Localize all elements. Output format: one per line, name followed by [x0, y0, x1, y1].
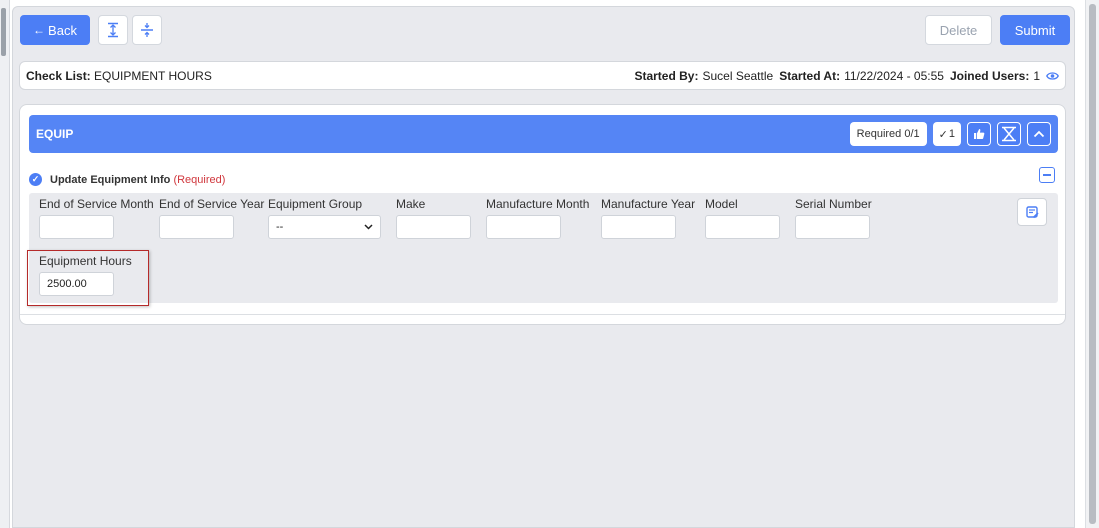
equipment-hours-field: Equipment Hours 2500.00 — [39, 254, 132, 296]
collapse-vertical-icon — [141, 23, 153, 37]
checklist-info-bar: Check List: EQUIPMENT HOURS Started By: … — [19, 61, 1066, 90]
left-scroll-thumb[interactable] — [1, 8, 6, 56]
eye-icon[interactable] — [1046, 71, 1059, 81]
check-circle-icon: ✓ — [29, 173, 42, 186]
equipment-group-field: Equipment Group -- — [268, 197, 381, 239]
chevron-down-icon — [364, 224, 373, 230]
thumbs-up-icon — [974, 129, 985, 139]
started-at-label: Started At: — [779, 68, 841, 83]
make-field: Make — [396, 197, 471, 239]
collapse-section-button[interactable] — [1027, 122, 1051, 146]
required-badge: Required 0/1 — [849, 122, 927, 146]
page-scrollbar-thumb[interactable] — [1089, 4, 1096, 524]
back-button-label: Back — [48, 22, 77, 38]
equipment-hours-input[interactable]: 2500.00 — [39, 272, 114, 296]
task-title-text: Update Equipment Info — [50, 173, 171, 186]
submit-button[interactable]: Submit — [1000, 15, 1070, 45]
cross-out-icon — [1002, 126, 1016, 142]
serial-number-input[interactable] — [795, 215, 870, 239]
equipment-group-value: -- — [276, 221, 284, 233]
completed-count: 1 — [948, 128, 955, 140]
minus-icon — [1043, 174, 1051, 176]
end-of-service-year-field: End of Service Year — [159, 197, 265, 239]
end-of-service-month-input[interactable] — [39, 215, 114, 239]
completed-count-badge: ✓ 1 — [932, 122, 961, 146]
task-title-row: ✓ Update Equipment Info (Required) — [29, 173, 225, 186]
equipment-fields-panel: End of Service Month End of Service Year… — [27, 193, 1058, 306]
card-divider — [20, 314, 1065, 315]
collapse-task-button[interactable] — [1039, 167, 1055, 183]
page-scrollbar[interactable] — [1085, 0, 1099, 528]
checkmark-icon: ✓ — [938, 128, 948, 141]
started-by-value: Sucel Seattle — [702, 68, 774, 83]
field-label: Manufacture Month — [486, 197, 590, 211]
expand-vertical-icon — [108, 22, 118, 38]
serial-number-field: Serial Number — [795, 197, 872, 239]
expand-all-button[interactable] — [98, 15, 128, 45]
back-button[interactable]: ← Back — [20, 15, 90, 45]
field-label: Make — [396, 197, 426, 211]
manufacture-year-input[interactable] — [601, 215, 676, 239]
collapse-all-button[interactable] — [132, 15, 162, 45]
model-field: Model — [705, 197, 780, 239]
joined-users-value: 1 — [1033, 68, 1040, 83]
field-label: Serial Number — [795, 197, 872, 211]
left-scroll-gutter — [0, 0, 10, 528]
section-card: EQUIP Required 0/1 ✓ 1 ✓ Update Equipmen… — [19, 104, 1066, 325]
not-applicable-button[interactable] — [997, 122, 1021, 146]
end-of-service-month-field: End of Service Month — [39, 197, 154, 239]
arrow-left-icon: ← — [33, 23, 46, 37]
chevron-up-icon — [1033, 130, 1045, 138]
task-title: Update Equipment Info (Required) — [50, 174, 225, 186]
end-of-service-year-input[interactable] — [159, 215, 234, 239]
started-at-value: 11/22/2024 - 05:55 — [844, 68, 944, 83]
field-label: End of Service Year — [159, 197, 265, 211]
model-input[interactable] — [705, 215, 780, 239]
field-label: Equipment Hours — [39, 254, 132, 268]
manufacture-year-field: Manufacture Year — [601, 197, 696, 239]
joined-users-label: Joined Users: — [949, 68, 1030, 83]
field-label: Manufacture Year — [601, 197, 696, 211]
add-note-button[interactable] — [1017, 198, 1047, 226]
note-edit-icon — [1025, 205, 1039, 218]
section-header[interactable]: EQUIP Required 0/1 ✓ 1 — [29, 115, 1058, 153]
field-label: Model — [705, 197, 738, 211]
checklist-label: Check List: — [26, 68, 91, 83]
field-label: End of Service Month — [39, 197, 154, 211]
manufacture-month-input[interactable] — [486, 215, 561, 239]
task-required-label: (Required) — [173, 173, 226, 186]
checklist-name: EQUIPMENT HOURS — [94, 68, 212, 83]
section-title: EQUIP — [36, 127, 74, 141]
equipment-group-select[interactable]: -- — [268, 215, 381, 239]
approve-button[interactable] — [967, 122, 991, 146]
make-input[interactable] — [396, 215, 471, 239]
field-label: Equipment Group — [268, 197, 363, 211]
started-by-label: Started By: — [634, 68, 699, 83]
manufacture-month-field: Manufacture Month — [486, 197, 590, 239]
delete-button[interactable]: Delete — [925, 15, 992, 45]
